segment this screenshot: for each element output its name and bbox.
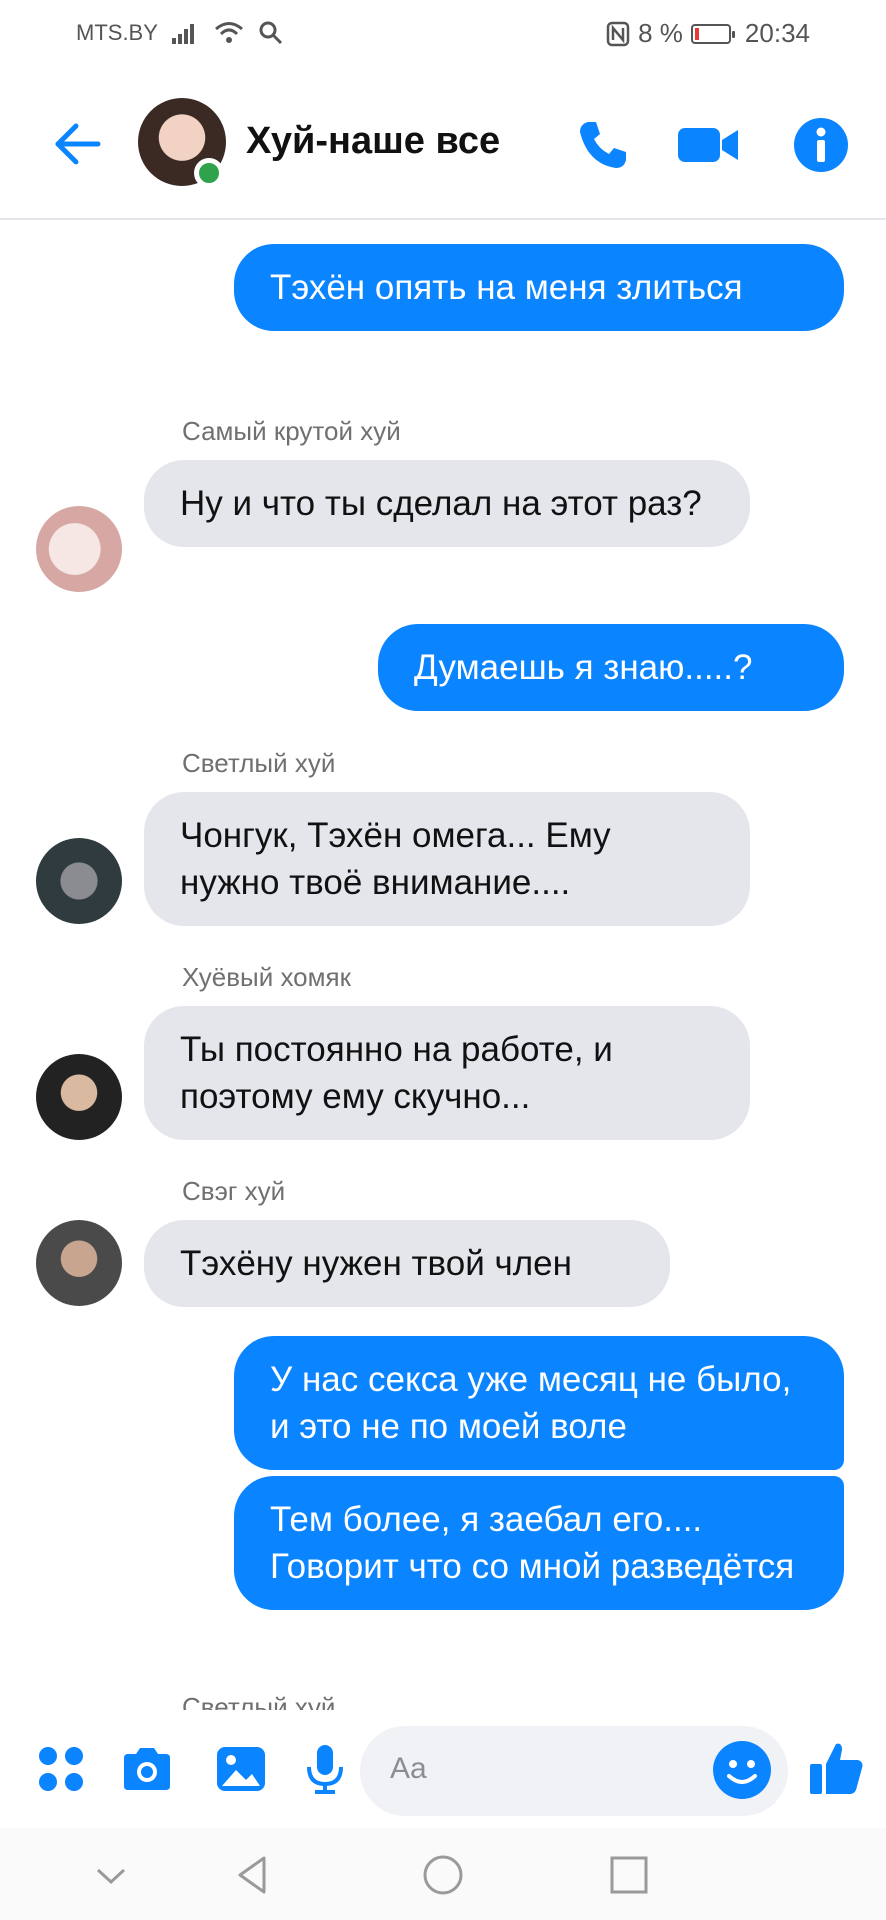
sender-name: Самый крутой хуй [182, 416, 401, 446]
avatar[interactable] [36, 1220, 122, 1306]
message-outgoing[interactable]: Думаешь я знаю.....? [378, 624, 844, 711]
carrier-label: MTS.BY [76, 20, 158, 45]
signal-icon [171, 24, 194, 44]
search-icon [259, 21, 282, 45]
sender-name: Свэг хуй [182, 1176, 286, 1206]
clock: 20:34 [744, 18, 810, 48]
phone-icon[interactable] [574, 116, 632, 174]
online-indicator [194, 158, 224, 188]
message-outgoing[interactable]: Тем более, я заебал его.... Говорит что … [234, 1476, 844, 1610]
camera-icon[interactable] [120, 1742, 174, 1796]
system-nav-bar [0, 1828, 886, 1920]
nav-recents-icon[interactable] [606, 1852, 652, 1898]
message-incoming[interactable]: Ты постоянно на работе, и поэтому ему ск… [144, 1006, 750, 1140]
back-arrow-icon[interactable] [50, 118, 102, 170]
video-camera-icon[interactable] [676, 116, 740, 174]
message-incoming[interactable]: Тэхёну нужен твой член [144, 1220, 670, 1307]
chat-header: Хуй-наше все [0, 80, 886, 220]
message-input-placeholder: Aa [390, 1752, 427, 1785]
status-right: 8 % 20:34 [606, 18, 810, 49]
message-list[interactable]: Тэхён опять на меня злиться Самый крутой… [0, 220, 886, 1710]
message-incoming[interactable]: Чонгук, Тэхён омега... Ему нужно твоё вн… [144, 792, 750, 926]
nav-back-icon[interactable] [230, 1852, 276, 1898]
battery-icon [690, 23, 735, 44]
message-outgoing[interactable]: У нас секса уже месяц не было, и это не … [234, 1336, 844, 1470]
sender-name: Светлый хуй [182, 1692, 336, 1710]
status-bar: MTS.BY 8 % 20:34 [0, 0, 886, 70]
like-thumb-icon[interactable] [806, 1738, 866, 1798]
chat-title[interactable]: Хуй-наше все [246, 120, 500, 163]
nav-down-icon[interactable] [88, 1852, 134, 1898]
composer-bar: Aa [0, 1712, 886, 1828]
message-input[interactable]: Aa [360, 1726, 788, 1816]
apps-grid-icon[interactable] [34, 1742, 88, 1796]
emoji-icon[interactable] [712, 1740, 772, 1800]
message-outgoing[interactable]: Тэхён опять на меня злиться [234, 244, 844, 331]
sender-name: Хуёвый хомяк [182, 962, 351, 992]
nfc-icon [606, 21, 630, 46]
sender-name: Светлый хуй [182, 748, 336, 778]
wifi-icon [214, 22, 243, 43]
avatar[interactable] [36, 506, 122, 592]
battery-percent: 8 % [638, 18, 683, 48]
info-icon[interactable] [792, 116, 850, 174]
microphone-icon[interactable] [298, 1742, 352, 1796]
status-left: MTS.BY [76, 20, 284, 46]
avatar[interactable] [36, 1054, 122, 1140]
message-incoming[interactable]: Ну и что ты сделал на этот раз? [144, 460, 750, 547]
avatar[interactable] [36, 838, 122, 924]
nav-home-icon[interactable] [420, 1852, 466, 1898]
gallery-icon[interactable] [214, 1742, 268, 1796]
